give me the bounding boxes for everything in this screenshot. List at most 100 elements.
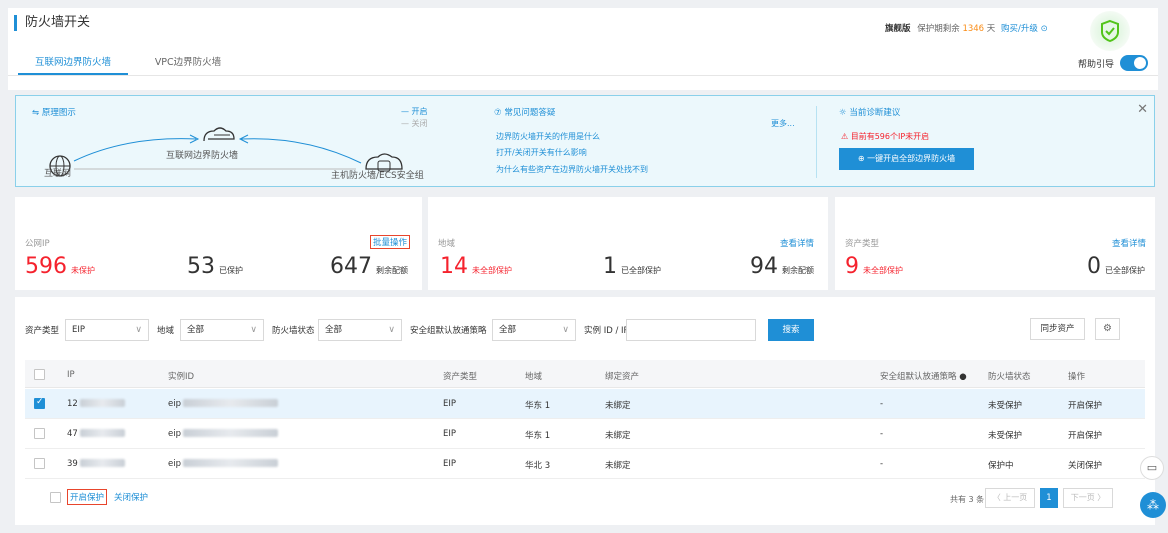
upgrade-link[interactable]: 购买/升级 (1001, 24, 1038, 34)
legend-on: — 开启 (401, 107, 428, 116)
arrow-circle-icon: ⊕ (857, 154, 865, 163)
cell-sg: - (880, 429, 884, 439)
page-1-button[interactable]: 1 (1040, 488, 1058, 508)
cell-ip: 47 (67, 429, 78, 439)
batch-enable-button[interactable]: 开启保护 (67, 489, 108, 505)
region-label: 地域 (157, 326, 175, 336)
faq-more-link[interactable]: 更多... (771, 118, 795, 129)
sg-policy-select[interactable]: 全部 ∨ (492, 319, 576, 341)
warning-icon: ⚠ (841, 132, 849, 141)
advice-title: ☼ 当前诊断建议 (839, 108, 901, 118)
gear-icon[interactable]: ⚙ (1095, 318, 1120, 340)
help-icon[interactable]: ● (959, 372, 966, 382)
col-op: 操作 (1068, 372, 1086, 382)
cell-bind: 未绑定 (605, 461, 631, 471)
advice-warning: ⚠ 目前有596个IP未开启 (841, 132, 930, 141)
faq-item[interactable]: 为什么有些资产在边界防火墙开关处找不到 (496, 164, 648, 175)
view-details-link[interactable]: 查看详情 (780, 237, 814, 249)
chevron-down-icon: ∨ (250, 325, 257, 335)
redacted-ip (80, 459, 125, 467)
faq-item[interactable]: 打开/关闭开关有什么影响 (496, 147, 587, 158)
enable-all-button[interactable]: ⊕ 一键开启全部边界防火墙 (839, 148, 974, 170)
chevron-down-icon: ∨ (388, 325, 395, 335)
internet-label: 互联网 (44, 169, 72, 179)
prev-page-button[interactable]: 〈 上一页 (985, 488, 1035, 508)
select-all-checkbox[interactable] (34, 369, 45, 380)
cell-region: 华北 3 (525, 461, 551, 471)
divider (816, 106, 817, 178)
total-count: 共有 3 条 (950, 495, 985, 504)
footer-select-all-checkbox[interactable] (50, 492, 61, 503)
stat-protected: 53 已保护 (187, 254, 243, 279)
protect-unit: 天 (986, 24, 996, 34)
question-icon: ⑦ (494, 108, 502, 118)
chevron-down-icon: ∨ (562, 325, 569, 335)
table-row[interactable]: 47 eip EIP 华东 1 未绑定 - 未受保护 开启保护 (25, 419, 1145, 449)
help-guide-label: 帮助引导 (1077, 59, 1114, 70)
bulb-icon: ☼ (839, 108, 847, 118)
fw-status-select[interactable]: 全部 ∨ (318, 319, 402, 341)
search-button[interactable]: 搜索 (768, 319, 814, 341)
cell-region: 华东 1 (525, 431, 551, 441)
batch-disable-button[interactable]: 关闭保护 (114, 491, 148, 503)
public-ip-card: 公网IP 批量操作 596 未保护 53 已保护 647 剩余配额 (15, 197, 422, 290)
stat-quota: 94 剩余配额 (750, 254, 814, 279)
row-checkbox[interactable] (34, 397, 45, 409)
next-page-button[interactable]: 下一页 〉 (1063, 488, 1113, 508)
redacted-instance (183, 429, 278, 437)
top-bar (8, 8, 1158, 90)
faq-title: ⑦ 常见问题答疑 (494, 108, 556, 118)
region-select[interactable]: 全部 ∨ (180, 319, 264, 341)
redacted-ip (80, 399, 125, 407)
col-bind: 绑定资产 (605, 372, 640, 382)
col-sg: 安全组默认放通策略 ● (880, 372, 967, 382)
enable-protection-link[interactable]: 开启保护 (1068, 429, 1102, 441)
view-details-link[interactable]: 查看详情 (1112, 237, 1146, 249)
card-label: 地域 (438, 239, 456, 249)
instance-search-input[interactable] (626, 319, 756, 341)
redacted-instance (183, 399, 278, 407)
card-label: 资产类型 (845, 239, 880, 249)
cell-status: 保护中 (988, 461, 1014, 471)
redacted-ip (80, 429, 125, 437)
close-icon[interactable]: ✕ (1137, 102, 1148, 117)
instance-label: 实例 ID / IP (584, 326, 629, 336)
cell-type: EIP (443, 429, 457, 439)
info-banner: ⇋ 原理图示 — 开启 — 关闭 互联网边界防火墙 互联网 主机防火墙/ECS安… (15, 95, 1155, 187)
apps-icon[interactable]: ⁂ (1140, 492, 1166, 518)
cell-sg: - (880, 459, 884, 469)
chat-icon[interactable]: ▭ (1140, 456, 1164, 480)
region-card: 地域 查看详情 14 未全部保护 1 已全部保护 94 剩余配额 (428, 197, 828, 290)
sg-policy-label: 安全组默认放通策略 (410, 326, 487, 336)
col-status: 防火墙状态 (988, 372, 1031, 382)
chevron-down-icon: ∨ (135, 325, 142, 335)
col-type: 资产类型 (443, 372, 478, 382)
row-checkbox[interactable] (34, 428, 45, 439)
batch-action-link[interactable]: 批量操作 (370, 235, 411, 249)
cell-ip: 39 (67, 459, 78, 469)
enable-protection-link[interactable]: 开启保护 (1068, 399, 1102, 411)
cell-bind: 未绑定 (605, 401, 631, 411)
shield-check-icon (1101, 19, 1119, 43)
faq-item[interactable]: 边界防火墙开关的作用是什么 (496, 131, 600, 142)
page-title: 防火墙开关 (14, 15, 90, 31)
table-row[interactable]: 12 eip EIP 华东 1 未绑定 - 未受保护 开启保护 (25, 389, 1145, 419)
protect-days: 1346 (962, 24, 985, 34)
chevron-down-icon[interactable]: ⊙ (1041, 24, 1048, 34)
stat-protected: 1 已全部保护 (603, 254, 661, 279)
tab-vpc-firewall[interactable]: VPC边界防火墙 (138, 50, 238, 75)
help-guide-toggle[interactable] (1120, 55, 1148, 71)
fw-label: 互联网边界防火墙 (166, 151, 239, 161)
table-row[interactable]: 39 eip EIP 华北 3 未绑定 - 保护中 关闭保护 (25, 449, 1145, 479)
disable-protection-link[interactable]: 关闭保护 (1068, 459, 1102, 471)
subscription-info: 旗舰版 保护期剩余 1346 天 购买/升级 ⊙ (885, 22, 1048, 34)
tab-internet-firewall[interactable]: 互联网边界防火墙 (18, 50, 128, 75)
stat-unprotected: 9 未全部保护 (845, 254, 903, 279)
stat-quota: 647 剩余配额 (330, 254, 408, 279)
swap-icon: ⇋ (32, 108, 40, 118)
edition-label: 旗舰版 (885, 24, 911, 34)
asset-type-select[interactable]: EIP ∨ (65, 319, 149, 341)
asset-type-label: 资产类型 (25, 326, 60, 336)
sync-assets-button[interactable]: 同步资产 (1030, 318, 1085, 340)
row-checkbox[interactable] (34, 458, 45, 469)
